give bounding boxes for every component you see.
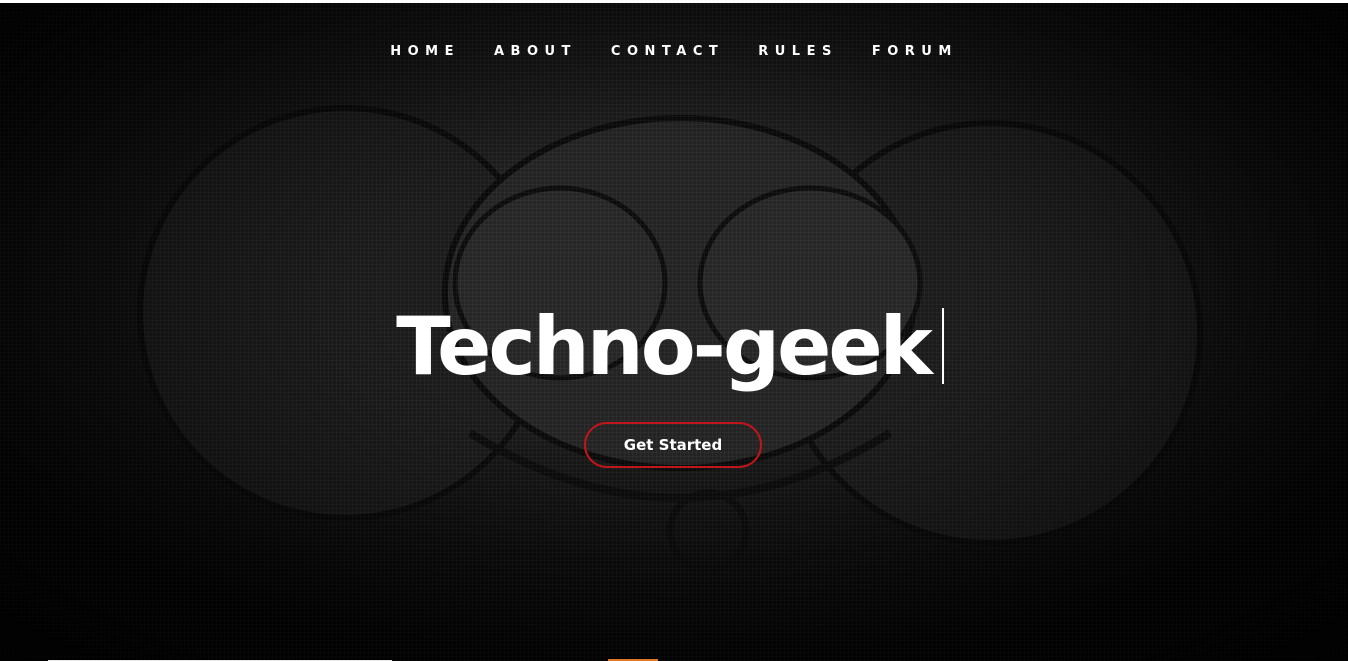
- nav-item-rules[interactable]: RULES: [758, 44, 838, 59]
- nav-item-home[interactable]: HOME: [390, 44, 460, 59]
- nav-item-contact[interactable]: CONTACT: [611, 44, 724, 59]
- get-started-button[interactable]: Get Started: [584, 422, 762, 468]
- hero-title-container: Techno-geek: [0, 301, 1348, 393]
- hero-title: Techno-geek: [396, 301, 944, 393]
- nav-item-about[interactable]: ABOUT: [494, 44, 577, 59]
- hero-title-text: Techno-geek: [396, 300, 933, 393]
- main-nav: HOME ABOUT CONTACT RULES FORUM: [0, 44, 1348, 59]
- typing-caret: [941, 308, 944, 384]
- hero-section: HOME ABOUT CONTACT RULES FORUM Techno-ge…: [0, 3, 1348, 661]
- nav-item-forum[interactable]: FORUM: [872, 44, 958, 59]
